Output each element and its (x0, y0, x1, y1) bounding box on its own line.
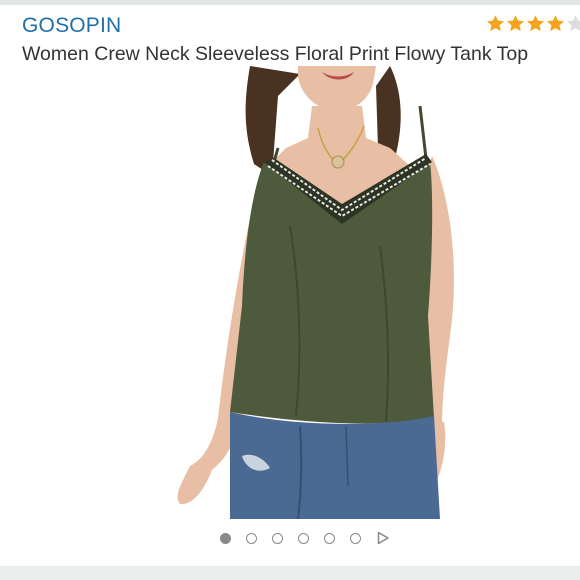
bottom-divider (0, 566, 580, 580)
product-title: Women Crew Neck Sleeveless Floral Print … (22, 43, 529, 65)
carousel-dot[interactable] (350, 532, 361, 544)
star-filled-icon (507, 15, 524, 32)
star-empty-icon (567, 15, 580, 32)
image-carousel-pagination[interactable] (220, 531, 390, 545)
star-filled-icon (547, 15, 564, 32)
star-filled-icon (527, 15, 544, 32)
rating-stars[interactable] (486, 14, 580, 33)
carousel-dot[interactable] (246, 532, 257, 544)
next-arrow-icon[interactable] (376, 531, 390, 545)
brand-link[interactable]: GOSOPIN (22, 14, 121, 38)
product-image[interactable] (150, 66, 460, 519)
carousel-dot[interactable] (220, 532, 231, 544)
carousel-dot[interactable] (272, 532, 283, 544)
carousel-dot[interactable] (298, 532, 309, 544)
top-divider (0, 0, 580, 5)
star-filled-icon (487, 15, 504, 32)
carousel-dot[interactable] (324, 532, 335, 544)
